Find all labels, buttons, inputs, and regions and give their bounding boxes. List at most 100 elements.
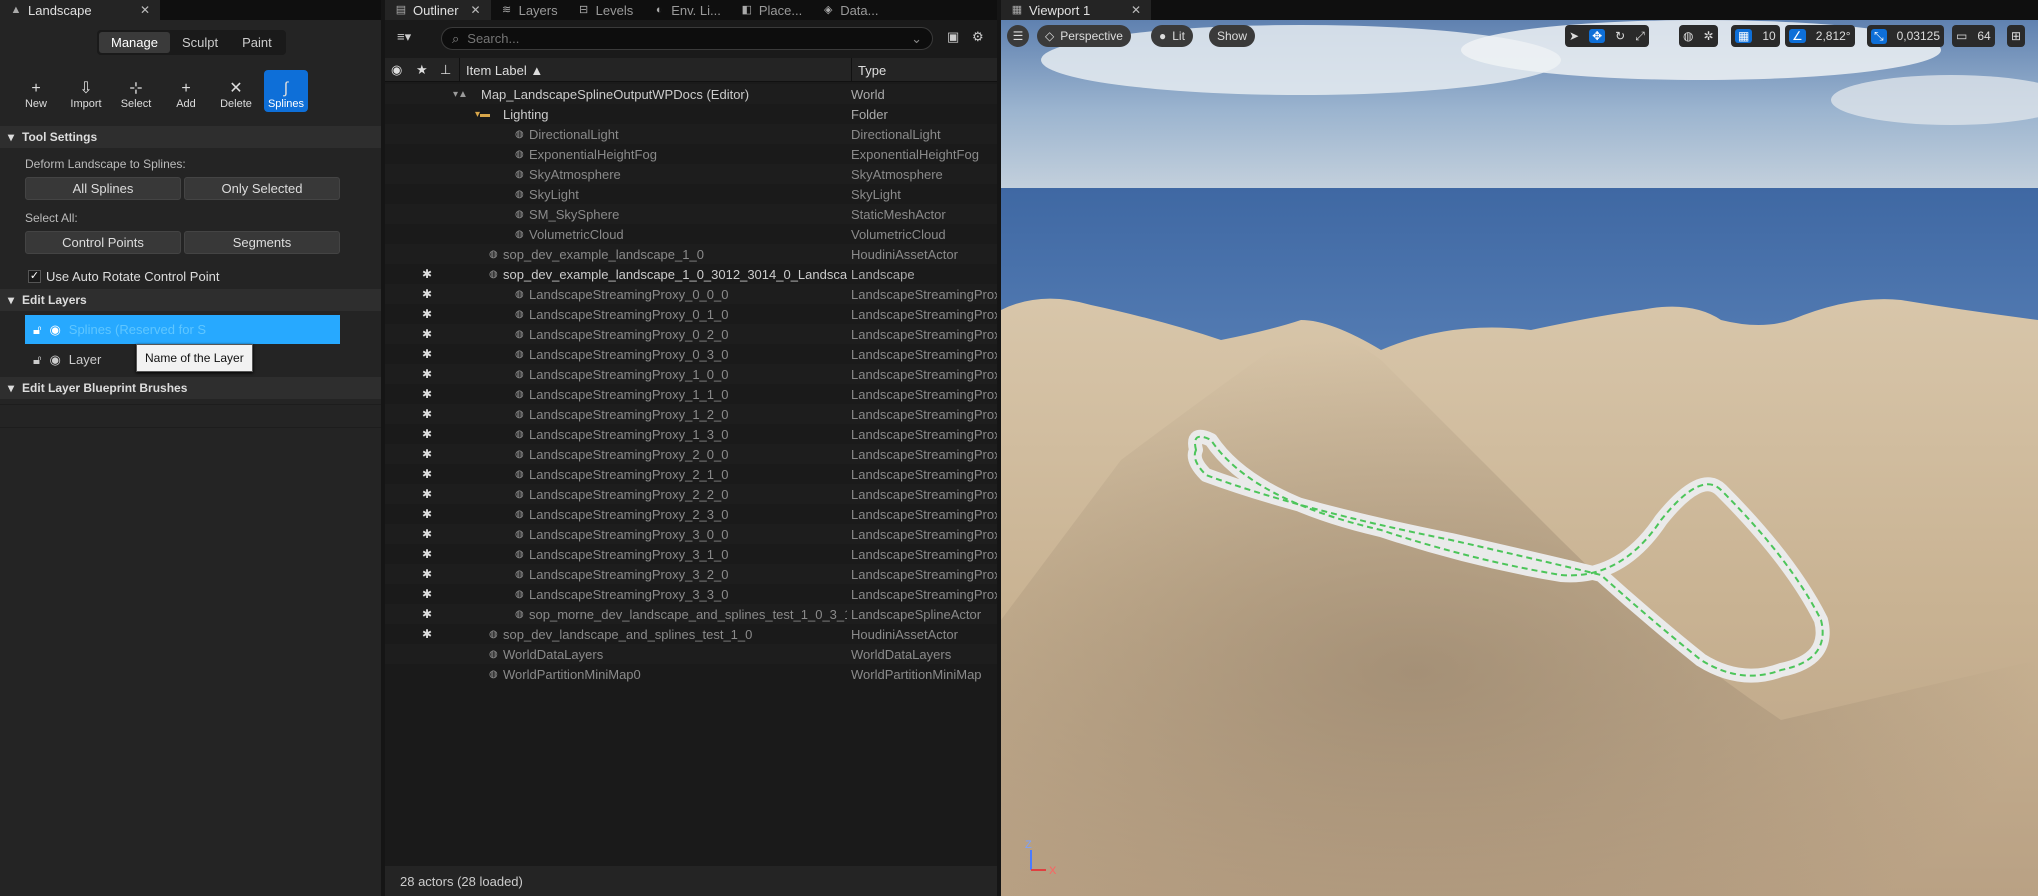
star-marker: ✱ bbox=[422, 267, 433, 281]
table-row[interactable]: ✱ ◍ LandscapeStreamingProxy_1_0_0 Landscape… bbox=[385, 364, 997, 384]
tool-delete[interactable]: ✕ Delete bbox=[214, 70, 258, 112]
rotate-icon[interactable]: ↻ bbox=[1615, 29, 1625, 43]
table-row[interactable]: ◍ ExponentialHeightFog ExponentialHeightFo… bbox=[385, 144, 997, 164]
table-row[interactable]: ◍ WorldDataLayers WorldDataLayers bbox=[385, 644, 997, 664]
tool-add[interactable]: + Add bbox=[164, 70, 208, 112]
search-input[interactable] bbox=[467, 31, 904, 46]
tool-select[interactable]: ⊹ Select bbox=[114, 70, 158, 112]
lit-button[interactable]: ● Lit bbox=[1151, 25, 1193, 47]
table-row[interactable]: ✱ ◍ LandscapeStreamingProxy_0_2_0 Landscape… bbox=[385, 324, 997, 344]
only-selected-button[interactable]: Only Selected bbox=[184, 177, 340, 200]
layout-icon[interactable]: ⊞ bbox=[2007, 25, 2026, 47]
tab-levels[interactable]: ⊟ Levels bbox=[568, 0, 644, 20]
show-button[interactable]: Show bbox=[1209, 25, 1256, 47]
tab-viewport[interactable]: ▦ Viewport 1 ✕ bbox=[1001, 0, 1151, 20]
row-type: LandscapeStreamingProx bbox=[851, 566, 997, 582]
table-row[interactable]: ▾▬ Lighting Folder bbox=[385, 104, 997, 124]
row-label: SM_SkySphere bbox=[529, 206, 620, 222]
layer-row-splines[interactable]: 🔓︎ ◉ Splines (Reserved for S bbox=[25, 315, 340, 344]
table-row[interactable]: ✱ ◍ LandscapeStreamingProxy_3_3_0 Landscape… bbox=[385, 584, 997, 604]
table-row[interactable]: ✱ ◍ LandscapeStreamingProxy_1_1_0 Landscape… bbox=[385, 384, 997, 404]
table-row[interactable]: ◍ SM_SkySphere StaticMeshActor bbox=[385, 204, 997, 224]
search-box[interactable]: ⌕ ⌄ bbox=[441, 27, 933, 50]
table-row[interactable]: ◍ SkyAtmosphere SkyAtmosphere bbox=[385, 164, 997, 184]
table-row[interactable]: ✱ ◍ LandscapeStreamingProxy_3_0_0 Landscape… bbox=[385, 524, 997, 544]
eye-icon[interactable]: ◉ bbox=[49, 322, 60, 338]
star-marker: ✱ bbox=[422, 507, 433, 521]
rotation-snap[interactable]: ∠ 2,812° bbox=[1785, 25, 1855, 47]
table-row[interactable]: ✱ ◍ sop_morne_dev_landscape_and_splines_te… bbox=[385, 604, 997, 624]
row-type: DirectionalLight bbox=[851, 126, 941, 142]
table-row[interactable]: ✱ ◍ LandscapeStreamingProxy_0_3_0 Landscape… bbox=[385, 344, 997, 364]
table-row[interactable]: ✱ ◍ LandscapeStreamingProxy_2_0_0 Landscape… bbox=[385, 444, 997, 464]
table-row[interactable]: ✱ ◍ LandscapeStreamingProxy_1_3_0 Landscape… bbox=[385, 424, 997, 444]
table-row[interactable]: ✱ ◍ LandscapeStreamingProxy_2_1_0 Landscape… bbox=[385, 464, 997, 484]
table-row[interactable]: ✱ ◍ LandscapeStreamingProxy_1_2_0 Landscape… bbox=[385, 404, 997, 424]
row-type: LandscapeStreamingProx bbox=[851, 586, 997, 602]
gear-icon[interactable]: ⚙ bbox=[972, 29, 984, 45]
all-splines-button[interactable]: All Splines bbox=[25, 177, 181, 200]
table-row[interactable]: ✱ ◍ LandscapeStreamingProxy_0_1_0 Landscape… bbox=[385, 304, 997, 324]
auto-rotate-checkbox[interactable]: ✓ bbox=[28, 270, 41, 283]
table-row[interactable]: ✱ ◍ LandscapeStreamingProxy_3_2_0 Landscape… bbox=[385, 564, 997, 584]
close-icon[interactable]: ✕ bbox=[471, 3, 481, 17]
splines-icon: ∫ bbox=[283, 80, 289, 97]
layer-name[interactable]: Splines (Reserved for S bbox=[69, 322, 206, 337]
star-icon[interactable]: ★ bbox=[416, 58, 428, 82]
add-folder-icon[interactable]: ▣ bbox=[947, 29, 959, 45]
table-row[interactable]: ◍ DirectionalLight DirectionalLight bbox=[385, 124, 997, 144]
tab-layers[interactable]: ≋ Layers bbox=[491, 0, 568, 20]
tool-import[interactable]: ⇩ Import bbox=[64, 70, 108, 112]
table-row[interactable]: ✱ ◍ LandscapeStreamingProxy_2_2_0 Landscape… bbox=[385, 484, 997, 504]
camera-speed[interactable]: ▭ 64 bbox=[1952, 25, 1995, 47]
select-arrow-icon[interactable]: ➤ bbox=[1569, 29, 1579, 43]
section-edit-layers[interactable]: ▾ Edit Layers bbox=[0, 289, 381, 311]
grid-snap[interactable]: ▦ 10 bbox=[1731, 25, 1780, 47]
viewport-menu-icon[interactable]: ☰ bbox=[1007, 25, 1029, 47]
lock-icon[interactable]: 🔓︎ bbox=[33, 322, 41, 338]
eye-icon[interactable]: ◉ bbox=[49, 352, 60, 368]
row-type: LandscapeStreamingProx bbox=[851, 366, 997, 382]
tab-place[interactable]: ◧ Place... bbox=[731, 0, 812, 20]
section-blueprint-brushes[interactable]: ▾ Edit Layer Blueprint Brushes bbox=[0, 377, 381, 399]
surface-snap-icon[interactable]: ✲ bbox=[1703, 29, 1713, 43]
scale-icon[interactable]: ⤢ bbox=[1635, 29, 1645, 44]
mode-paint[interactable]: Paint bbox=[230, 32, 284, 53]
mode-manage[interactable]: Manage bbox=[99, 32, 170, 53]
section-tool-settings[interactable]: ▾ Tool Settings bbox=[0, 126, 381, 148]
segments-button[interactable]: Segments bbox=[184, 231, 340, 254]
scale-snap[interactable]: ⤡ 0,03125 bbox=[1867, 25, 1944, 47]
table-row[interactable]: ✱ ◍ LandscapeStreamingProxy_0_0_0 Landscape… bbox=[385, 284, 997, 304]
close-icon[interactable]: ✕ bbox=[1131, 3, 1141, 17]
eye-icon[interactable]: ◉ bbox=[391, 58, 402, 82]
pin-icon[interactable]: ⊥ bbox=[440, 58, 451, 82]
world-icon[interactable]: ◍ bbox=[1683, 29, 1693, 43]
table-row[interactable]: ◍ VolumetricCloud VolumetricCloud bbox=[385, 224, 997, 244]
tool-new[interactable]: + New bbox=[14, 70, 58, 112]
table-row[interactable]: ✱ ◍ sop_dev_landscape_and_splines_test_1_0… bbox=[385, 624, 997, 644]
column-type[interactable]: Type bbox=[851, 58, 886, 82]
table-row[interactable]: ✱ ◍ LandscapeStreamingProxy_2_3_0 Landscape… bbox=[385, 504, 997, 524]
table-row[interactable]: ✱ ◍ sop_dev_example_landscape_1_0_3012_301… bbox=[385, 264, 997, 284]
tab-outliner[interactable]: ▤ Outliner ✕ bbox=[385, 0, 491, 20]
table-row[interactable]: ◍ WorldPartitionMiniMap0 WorldPartitionMin… bbox=[385, 664, 997, 684]
table-row[interactable]: ◍ sop_dev_example_landscape_1_0 HoudiniAss… bbox=[385, 244, 997, 264]
column-item-label[interactable]: Item Label ▲ bbox=[459, 58, 851, 82]
tab-env-light[interactable]: ◐ Env. Li... bbox=[643, 0, 731, 20]
perspective-button[interactable]: ◇ Perspective bbox=[1037, 25, 1131, 47]
chevron-down-icon[interactable]: ⌄ bbox=[911, 31, 922, 47]
table-row[interactable]: ◍ SkyLight SkyLight bbox=[385, 184, 997, 204]
table-row[interactable]: ▾▲ Map_LandscapeSplineOutputWPDocs (Edito… bbox=[385, 84, 997, 104]
move-icon[interactable]: ✥ bbox=[1589, 29, 1606, 43]
layer-name[interactable]: Layer bbox=[69, 352, 102, 367]
lock-icon[interactable]: 🔓︎ bbox=[33, 352, 41, 368]
close-icon[interactable]: ✕ bbox=[140, 3, 150, 17]
control-points-button[interactable]: Control Points bbox=[25, 231, 181, 254]
viewport-scene[interactable]: Z X bbox=[1001, 20, 2038, 896]
tab-landscape[interactable]: ▲ Landscape ✕ bbox=[0, 0, 160, 20]
mode-sculpt[interactable]: Sculpt bbox=[170, 32, 230, 53]
tool-splines[interactable]: ∫ Splines bbox=[264, 70, 308, 112]
filter-icon[interactable]: ≡▾ bbox=[397, 29, 411, 45]
table-row[interactable]: ✱ ◍ LandscapeStreamingProxy_3_1_0 Landscape… bbox=[385, 544, 997, 564]
tab-data[interactable]: ◈ Data... bbox=[812, 0, 888, 20]
